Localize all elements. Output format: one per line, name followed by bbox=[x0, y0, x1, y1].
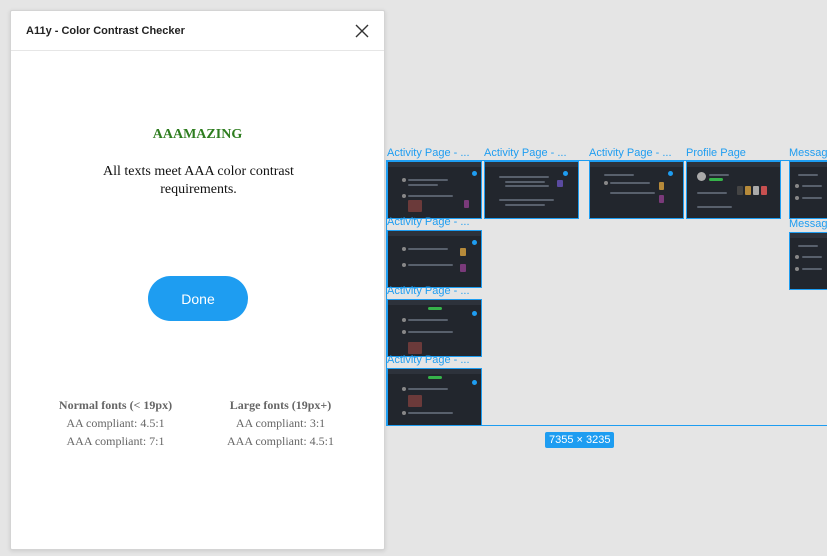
frame-thumbnail[interactable] bbox=[387, 161, 482, 219]
frame-label[interactable]: Messag bbox=[789, 218, 827, 230]
frame-label[interactable]: Activity Page - ... bbox=[589, 147, 684, 159]
large-fonts-header: Large fonts (19px+) bbox=[229, 398, 332, 412]
large-aaa-ratio: AAA compliant: 4.5:1 bbox=[227, 434, 334, 448]
frame-label[interactable]: Profile Page bbox=[686, 147, 781, 159]
selection-size-badge: 7355 × 3235 bbox=[545, 432, 615, 448]
contrast-checker-panel: A11y - Color Contrast Checker AAAMAZING … bbox=[10, 10, 385, 550]
frame-label[interactable]: Activity Page - ... bbox=[387, 216, 482, 228]
close-icon[interactable] bbox=[354, 23, 370, 39]
frame-thumbnail[interactable] bbox=[789, 161, 827, 219]
frame-label[interactable]: Activity Page - ... bbox=[387, 285, 482, 297]
large-fonts-legend: Large fonts (19px+) AA compliant: 3:1 AA… bbox=[223, 396, 338, 450]
frame-thumbnail[interactable] bbox=[686, 161, 781, 219]
frame-thumbnail[interactable] bbox=[589, 161, 684, 219]
panel-header: A11y - Color Contrast Checker bbox=[11, 11, 384, 51]
normal-fonts-header: Normal fonts (< 19px) bbox=[58, 398, 173, 412]
panel-title: A11y - Color Contrast Checker bbox=[26, 24, 185, 37]
large-aa-ratio: AA compliant: 3:1 bbox=[235, 416, 326, 430]
frame-label[interactable]: Activity Page - ... bbox=[387, 354, 482, 366]
frame-thumbnail[interactable] bbox=[484, 161, 579, 219]
frame-thumbnail[interactable] bbox=[387, 299, 482, 357]
frame-label[interactable]: Activity Page - ... bbox=[484, 147, 579, 159]
normal-fonts-legend: Normal fonts (< 19px) AA compliant: 4.5:… bbox=[53, 396, 178, 450]
frame-label[interactable]: Messag bbox=[789, 147, 827, 159]
frame-label[interactable]: Activity Page - ... bbox=[387, 147, 482, 159]
normal-aaa-ratio: AAA compliant: 7:1 bbox=[66, 434, 165, 448]
result-title: AAAMAZING bbox=[152, 127, 243, 142]
normal-aa-ratio: AA compliant: 4.5:1 bbox=[66, 416, 165, 430]
frame-thumbnail[interactable] bbox=[387, 368, 482, 426]
frame-thumbnail[interactable] bbox=[789, 232, 827, 290]
frame-thumbnail[interactable] bbox=[387, 230, 482, 288]
result-message: All texts meet AAA color contrast requir… bbox=[103, 164, 294, 197]
done-button[interactable]: Done bbox=[148, 276, 248, 321]
